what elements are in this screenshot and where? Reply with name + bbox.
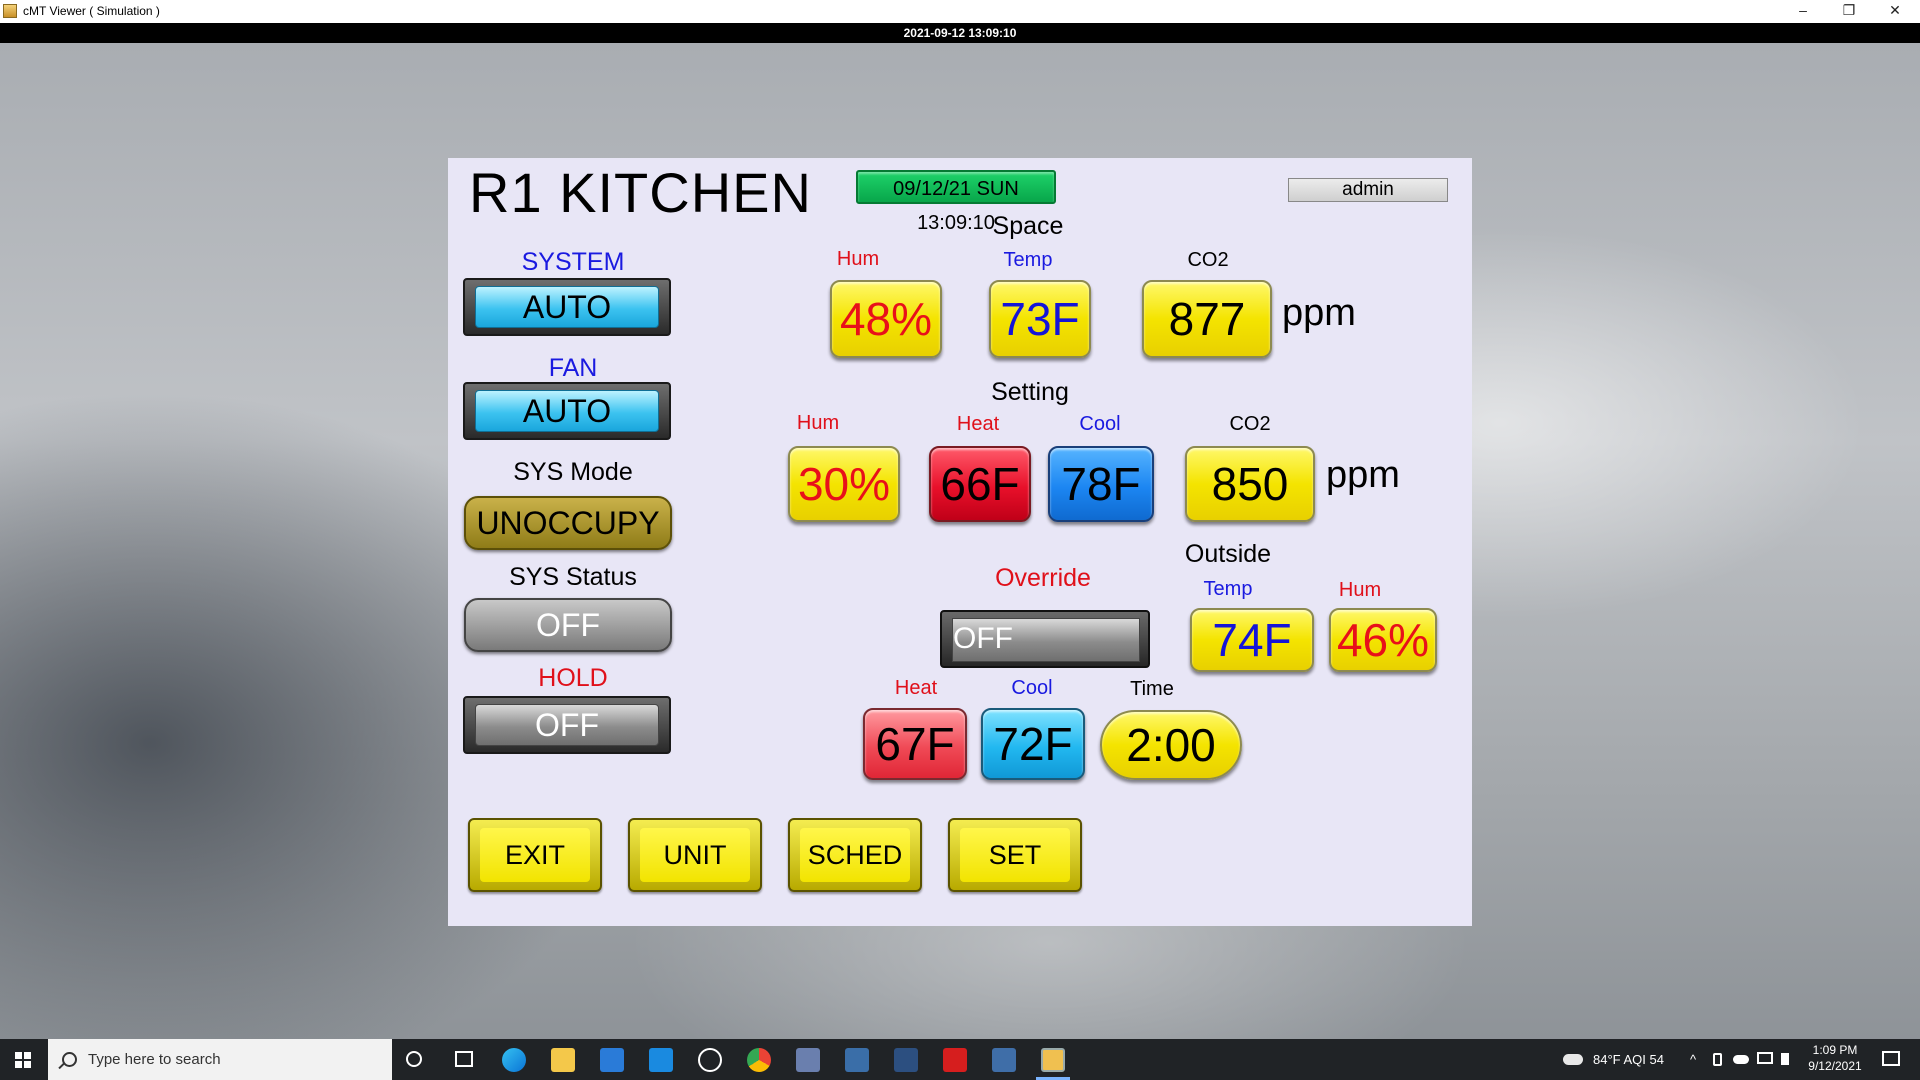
page-title: R1 KITCHEN xyxy=(469,161,812,224)
set-button[interactable]: SET xyxy=(948,818,1082,892)
sched-label: SCHED xyxy=(800,828,910,882)
setting-label: Setting xyxy=(991,378,1069,406)
override-heat-button[interactable]: 67F xyxy=(863,708,967,780)
hold-label: HOLD xyxy=(538,664,608,692)
space-temp-label: Temp xyxy=(1003,249,1053,271)
file-explorer-icon[interactable] xyxy=(551,1048,575,1072)
search-placeholder: Type here to search xyxy=(88,1051,221,1068)
user-field[interactable]: admin xyxy=(1288,178,1448,202)
hold-value: OFF xyxy=(475,704,659,746)
cmt-viewer-taskbar-icon[interactable] xyxy=(1041,1048,1065,1072)
space-label: Space xyxy=(992,212,1064,240)
setting-cool-button[interactable]: 78F xyxy=(1048,446,1154,522)
unit-button[interactable]: UNIT xyxy=(628,818,762,892)
override-heat-label: Heat xyxy=(894,677,938,699)
store-icon[interactable] xyxy=(600,1048,624,1072)
outside-label: Outside xyxy=(1184,540,1272,568)
outside-hum-label: Hum xyxy=(1338,579,1382,601)
override-cool-button[interactable]: 72F xyxy=(981,708,1085,780)
setting-hum-label: Hum xyxy=(796,412,840,434)
app-icon xyxy=(3,4,17,18)
app-icon-7[interactable] xyxy=(796,1048,820,1072)
setting-hum-button[interactable]: 30% xyxy=(788,446,900,522)
close-button[interactable]: ✕ xyxy=(1872,0,1918,23)
device-icon[interactable] xyxy=(1713,1053,1722,1066)
dell-icon[interactable] xyxy=(698,1048,722,1072)
setting-co2-button[interactable]: 850 xyxy=(1185,446,1315,522)
notification-icon[interactable] xyxy=(1882,1051,1900,1066)
space-hum-value: 48% xyxy=(830,280,942,358)
app-icon-9[interactable] xyxy=(894,1048,918,1072)
onedrive-icon[interactable] xyxy=(1733,1055,1749,1064)
weather-icon xyxy=(1563,1054,1583,1065)
task-view-icon[interactable] xyxy=(455,1051,473,1067)
mail-icon[interactable] xyxy=(649,1048,673,1072)
fan-button[interactable]: AUTO xyxy=(463,382,671,440)
space-co2-value: 877 xyxy=(1142,280,1272,358)
cortana-icon[interactable] xyxy=(406,1051,422,1067)
sys-mode-indicator[interactable]: UNOCCUPY xyxy=(464,496,672,550)
fan-value: AUTO xyxy=(475,390,659,432)
hmi-panel: R1 KITCHEN 09/12/21 SUN 13:09:10 admin S… xyxy=(448,158,1472,926)
chevron-up-icon[interactable]: ^ xyxy=(1690,1039,1696,1080)
override-cool-label: Cool xyxy=(1011,677,1053,699)
taskbar-time: 1:09 PM xyxy=(1812,1043,1858,1057)
weather-text[interactable]: 84°F AQI 54 xyxy=(1593,1039,1664,1080)
system-button[interactable]: AUTO xyxy=(463,278,671,336)
override-time-label: Time xyxy=(1130,678,1174,700)
override-button[interactable]: OFF xyxy=(940,610,1150,668)
outside-hum-value: 46% xyxy=(1329,608,1437,672)
setting-co2-unit: ppm xyxy=(1326,454,1400,496)
setting-cool-label: Cool xyxy=(1079,413,1121,435)
app-icon-11[interactable] xyxy=(992,1048,1016,1072)
setting-heat-label: Heat xyxy=(956,413,1000,435)
start-windows-icon[interactable] xyxy=(15,1052,31,1068)
edge-icon[interactable] xyxy=(502,1048,526,1072)
panel-clock: 09/12/21 SUN 13:09:10 xyxy=(856,170,1056,234)
sys-status-indicator: OFF xyxy=(464,598,672,652)
set-label: SET xyxy=(960,828,1070,882)
space-hum-label: Hum xyxy=(836,248,880,270)
search-icon xyxy=(62,1052,77,1067)
restore-button[interactable]: ❐ xyxy=(1826,0,1872,23)
override-time-button[interactable]: 2:00 xyxy=(1100,710,1242,780)
setting-co2-label: CO2 xyxy=(1229,413,1271,435)
unit-label: UNIT xyxy=(640,828,750,882)
taskbar: Type here to search 84°F AQI 54 ^ 1:09 P… xyxy=(0,1039,1920,1080)
taskbar-date: 9/12/2021 xyxy=(1808,1059,1862,1073)
sys-mode-label: SYS Mode xyxy=(513,458,633,486)
space-co2-unit: ppm xyxy=(1282,292,1356,334)
space-co2-label: CO2 xyxy=(1187,249,1229,271)
network-icon[interactable] xyxy=(1757,1052,1773,1064)
outside-temp-label: Temp xyxy=(1203,578,1253,600)
outside-temp-value: 74F xyxy=(1190,608,1314,672)
sched-button[interactable]: SCHED xyxy=(788,818,922,892)
system-label: SYSTEM xyxy=(521,248,625,276)
sys-status-label: SYS Status xyxy=(509,563,637,591)
acrobat-icon[interactable] xyxy=(943,1048,967,1072)
window-title: cMT Viewer ( Simulation ) xyxy=(23,4,160,18)
window-titlebar: cMT Viewer ( Simulation ) – ❐ ✕ xyxy=(0,0,1920,24)
chrome-icon[interactable] xyxy=(747,1048,771,1072)
volume-icon[interactable] xyxy=(1781,1053,1789,1065)
exit-button[interactable]: EXIT xyxy=(468,818,602,892)
setting-heat-button[interactable]: 66F xyxy=(929,446,1031,522)
fan-label: FAN xyxy=(548,354,598,382)
datetime-bar: 2021-09-12 13:09:10 xyxy=(0,23,1920,43)
override-label: Override xyxy=(995,564,1091,592)
app-icon-8[interactable] xyxy=(845,1048,869,1072)
space-temp-value: 73F xyxy=(989,280,1091,358)
hold-button[interactable]: OFF xyxy=(463,696,671,754)
minimize-button[interactable]: – xyxy=(1780,0,1826,23)
taskbar-clock[interactable]: 1:09 PM 9/12/2021 xyxy=(1798,1042,1872,1074)
taskbar-search[interactable]: Type here to search xyxy=(48,1039,392,1080)
system-value: AUTO xyxy=(475,286,659,328)
exit-label: EXIT xyxy=(480,828,590,882)
override-value: OFF xyxy=(952,618,1140,662)
